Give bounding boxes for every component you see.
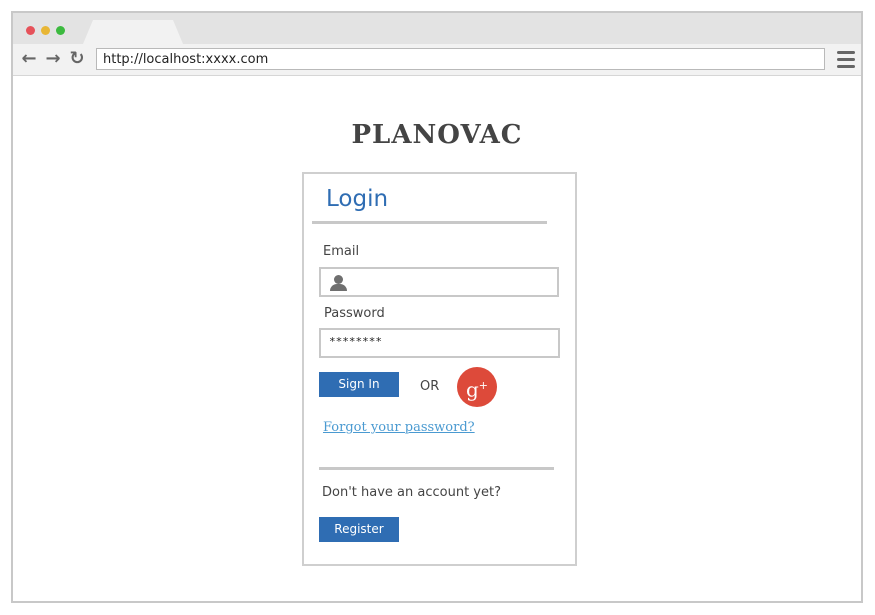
arrow-left-icon[interactable]: ← bbox=[20, 50, 38, 68]
reload-icon[interactable]: ↻ bbox=[68, 50, 86, 68]
register-button[interactable]: Register bbox=[319, 517, 399, 542]
browser-toolbar: ← → ↻ http://localhost:xxxx.com bbox=[13, 44, 861, 76]
arrow-right-icon[interactable]: → bbox=[44, 50, 62, 68]
email-label: Email bbox=[323, 244, 360, 259]
google-plus-icon[interactable]: g+ bbox=[457, 367, 497, 407]
email-field[interactable] bbox=[319, 267, 559, 297]
password-label: Password bbox=[324, 306, 385, 321]
no-account-text: Don't have an account yet? bbox=[322, 485, 501, 500]
password-value: ******** bbox=[329, 335, 382, 348]
browser-window: ← → ↻ http://localhost:xxxx.com PLANOVAC… bbox=[11, 11, 863, 603]
login-card: Login Email Password ******** Sign In OR… bbox=[302, 172, 577, 566]
forgot-password-link[interactable]: Forgot your password? bbox=[323, 420, 475, 435]
sign-in-button[interactable]: Sign In bbox=[319, 372, 399, 397]
close-window-dot[interactable] bbox=[26, 26, 35, 35]
hamburger-menu-icon[interactable] bbox=[837, 51, 855, 69]
browser-tab[interactable] bbox=[83, 20, 183, 44]
login-title: Login bbox=[326, 186, 389, 212]
or-separator: OR bbox=[420, 379, 440, 394]
address-bar[interactable]: http://localhost:xxxx.com bbox=[96, 48, 825, 70]
browser-titlebar bbox=[13, 13, 861, 44]
password-field[interactable]: ******** bbox=[319, 328, 560, 358]
register-divider bbox=[319, 467, 554, 470]
brand-title: PLANOVAC bbox=[351, 120, 523, 150]
minimize-window-dot[interactable] bbox=[41, 26, 50, 35]
maximize-window-dot[interactable] bbox=[56, 26, 65, 35]
user-icon bbox=[329, 275, 349, 291]
title-divider bbox=[312, 221, 547, 224]
